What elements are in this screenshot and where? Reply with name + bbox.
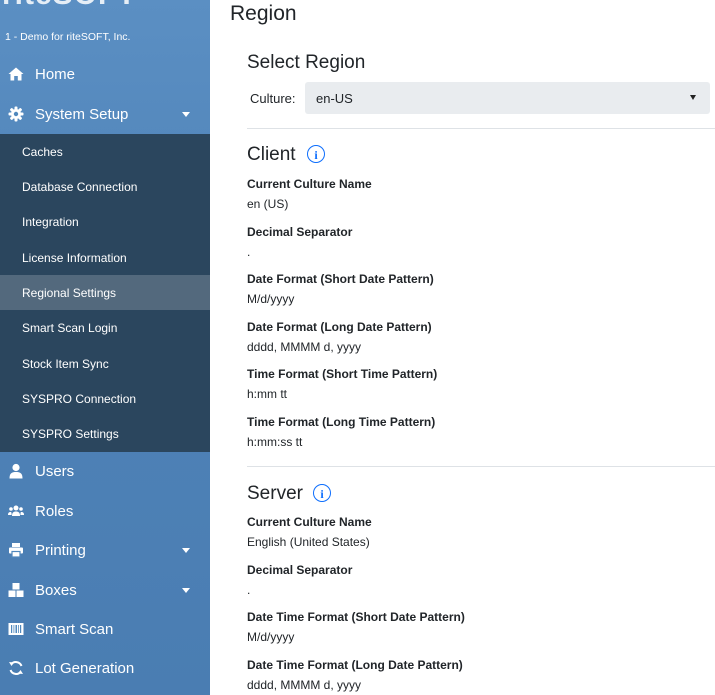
- nav-system-setup-label: System Setup: [35, 106, 129, 123]
- nav-roles-label: Roles: [35, 503, 74, 520]
- nav-lot-generation-label: Lot Generation: [35, 660, 135, 677]
- submenu-item-syspro-settings[interactable]: SYSPRO Settings: [0, 416, 210, 451]
- nav-home[interactable]: Home: [0, 55, 210, 93]
- client-field-value: dddd, MMMM d, yyyy: [247, 340, 362, 354]
- submenu-item-database-connection[interactable]: Database Connection: [0, 169, 210, 204]
- submenu-item-smart-scan-login[interactable]: Smart Scan Login: [0, 310, 210, 345]
- chevron-down-icon: [182, 588, 190, 593]
- company-name: 1 - Demo for riteSOFT, Inc.: [5, 31, 131, 43]
- submenu-item-label: SYSPRO Connection: [22, 392, 137, 406]
- submenu-item-syspro-connection[interactable]: SYSPRO Connection: [0, 381, 210, 416]
- client-field-value: h:mm:ss tt: [247, 435, 303, 449]
- client-field-label: Date Format (Long Date Pattern): [247, 320, 432, 334]
- nav-users[interactable]: Users: [0, 452, 210, 490]
- submenu-item-label: Stock Item Sync: [22, 357, 109, 371]
- chevron-down-icon: [690, 95, 696, 100]
- home-icon: [8, 67, 24, 81]
- chevron-down-icon: [182, 112, 190, 117]
- submenu-item-label: Database Connection: [22, 180, 138, 194]
- nav-smart-scan-label: Smart Scan: [35, 621, 114, 638]
- server-info-icon[interactable]: i: [313, 484, 331, 502]
- printer-icon: [9, 543, 23, 558]
- server-field-label: Date Time Format (Long Date Pattern): [247, 658, 463, 672]
- select-region-heading: Select Region: [247, 52, 366, 73]
- submenu-item-stock-item-sync[interactable]: Stock Item Sync: [0, 346, 210, 381]
- client-field-value: .: [247, 245, 251, 259]
- divider: [247, 466, 715, 467]
- nav-users-label: Users: [35, 463, 75, 480]
- nav-system-setup[interactable]: System Setup: [0, 95, 210, 133]
- submenu-item-label: Regional Settings: [22, 286, 117, 300]
- divider: [247, 128, 715, 129]
- sync-icon: [9, 661, 23, 675]
- server-field-label: Decimal Separator: [247, 563, 353, 577]
- main-content: Region Select Region Culture: en-US Clie…: [210, 0, 715, 695]
- culture-select[interactable]: en-US: [305, 82, 710, 114]
- culture-label: Culture:: [250, 91, 296, 106]
- submenu-item-caches[interactable]: Caches: [0, 134, 210, 169]
- nav-lot-generation[interactable]: Lot Generation: [0, 649, 210, 687]
- server-field-value: M/d/yyyy: [247, 630, 295, 644]
- nav-home-label: Home: [35, 66, 76, 83]
- users-icon: [8, 505, 24, 516]
- submenu-item-label: Integration: [22, 215, 79, 229]
- nav-printing-label: Printing: [35, 542, 86, 559]
- submenu-item-integration[interactable]: Integration: [0, 204, 210, 239]
- submenu-item-regional-settings[interactable]: Regional Settings: [0, 275, 210, 310]
- culture-select-value: en-US: [316, 91, 353, 106]
- server-field-value: English (United States): [247, 535, 370, 549]
- client-field-label: Time Format (Short Time Pattern): [247, 367, 438, 381]
- server-field-value: .: [247, 583, 251, 597]
- server-field-label: Current Culture Name: [247, 515, 372, 529]
- client-heading: Client: [247, 144, 296, 165]
- submenu-item-label: License Information: [22, 251, 127, 265]
- user-icon: [9, 463, 23, 479]
- boxes-icon: [8, 583, 24, 597]
- nav-roles[interactable]: Roles: [0, 492, 210, 530]
- server-field-label: Date Time Format (Short Date Pattern): [247, 610, 465, 624]
- submenu-item-label: Smart Scan Login: [22, 321, 118, 335]
- app-logo: riteSOFT: [2, 0, 137, 12]
- submenu-item-label: Caches: [22, 145, 63, 159]
- nav-boxes[interactable]: Boxes: [0, 571, 210, 609]
- system-setup-submenu: Caches Database Connection Integration L…: [0, 134, 210, 452]
- server-field-value: dddd, MMMM d, yyyy: [247, 678, 362, 692]
- client-field-label: Time Format (Long Time Pattern): [247, 415, 436, 429]
- sidebar: riteSOFT 1 - Demo for riteSOFT, Inc. Hom…: [0, 0, 210, 695]
- client-field-label: Decimal Separator: [247, 225, 353, 239]
- nav-boxes-label: Boxes: [35, 582, 77, 599]
- server-heading: Server: [247, 483, 303, 504]
- client-field-label: Current Culture Name: [247, 177, 372, 191]
- client-field-value: M/d/yyyy: [247, 292, 295, 306]
- client-field-value: h:mm tt: [247, 387, 288, 401]
- client-field-value: en (US): [247, 197, 289, 211]
- client-field-label: Date Format (Short Date Pattern): [247, 272, 434, 286]
- nav-printing[interactable]: Printing: [0, 531, 210, 569]
- client-info-icon[interactable]: i: [307, 145, 325, 163]
- barcode-icon: [8, 623, 24, 635]
- submenu-item-license-information[interactable]: License Information: [0, 240, 210, 275]
- submenu-item-label: SYSPRO Settings: [22, 427, 119, 441]
- chevron-down-icon: [182, 548, 190, 553]
- nav-smart-scan[interactable]: Smart Scan: [0, 610, 210, 648]
- page-title: Region: [230, 2, 297, 25]
- gear-icon: [8, 106, 24, 122]
